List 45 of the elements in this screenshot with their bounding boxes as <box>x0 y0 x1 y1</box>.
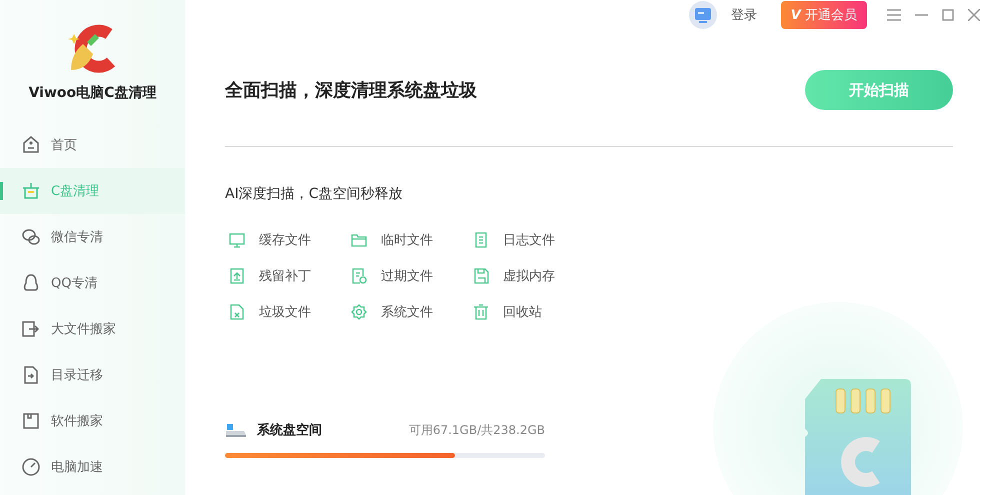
basket-icon <box>21 181 41 201</box>
vip-button[interactable]: V 开通会员 <box>780 1 867 29</box>
disk-label: 系统盘空间 <box>257 422 322 439</box>
drive-icon <box>225 422 247 438</box>
move-icon <box>21 319 41 339</box>
app-name: Viwoo电脑C盘清理 <box>28 84 156 102</box>
home-icon <box>21 135 41 155</box>
gear-icon <box>351 304 367 320</box>
monitor-avatar-icon[interactable] <box>688 1 717 29</box>
sidebar-item[interactable]: 大文件搬家 <box>0 306 185 352</box>
category-label: 缓存文件 <box>259 232 311 249</box>
category-label: 残留补丁 <box>259 268 311 285</box>
sidebar-item[interactable]: 目录迁移 <box>0 352 185 398</box>
monitor-icon <box>229 232 245 248</box>
category-label: 系统文件 <box>381 304 433 321</box>
category-label: 回收站 <box>503 304 542 321</box>
folder-icon <box>351 232 367 248</box>
upload-icon <box>229 268 245 284</box>
subtitle: AI深度扫描，C盘空间秒释放 <box>225 185 404 203</box>
menu-icon[interactable] <box>887 9 901 21</box>
doc-icon <box>473 232 489 248</box>
category-label: 垃圾文件 <box>259 304 311 321</box>
box-icon <box>21 411 41 431</box>
doc-x-icon <box>229 304 245 320</box>
doc-clock-icon <box>351 268 367 284</box>
maximize-icon[interactable] <box>942 9 954 21</box>
close-icon[interactable] <box>968 9 980 21</box>
category-label: 虚拟内存 <box>503 268 555 285</box>
gauge-icon <box>21 457 41 477</box>
sidebar-item[interactable]: 电脑加速 <box>0 444 185 490</box>
trash-icon <box>473 304 489 320</box>
disk-usage-text: 可用67.1GB/共238.2GB <box>408 422 545 438</box>
category-label: 临时文件 <box>381 232 433 249</box>
sidebar-item[interactable]: QQ专清 <box>0 260 185 306</box>
chat-icon <box>21 227 41 247</box>
penguin-icon <box>21 273 41 293</box>
save-icon <box>473 268 489 284</box>
minimize-icon[interactable] <box>915 14 928 16</box>
page-title: 全面扫描，深度清理系统盘垃圾 <box>225 79 477 102</box>
sidebar-item[interactable]: 软件搬家 <box>0 398 185 444</box>
sidebar-item[interactable]: 微信专清 <box>0 214 185 260</box>
sidebar-item[interactable]: 首页 <box>0 122 185 168</box>
category-label: 日志文件 <box>503 232 555 249</box>
category-label: 过期文件 <box>381 268 433 285</box>
login-link[interactable]: 登录 <box>730 6 757 24</box>
